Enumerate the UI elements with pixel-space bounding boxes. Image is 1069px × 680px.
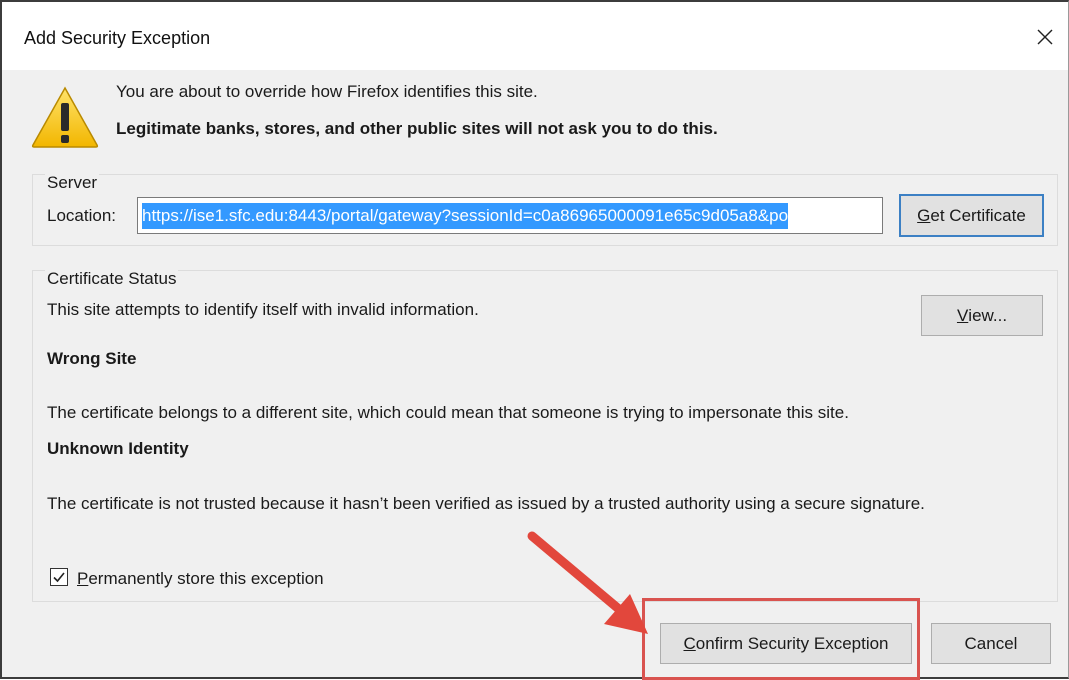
- view-button[interactable]: View...: [921, 295, 1043, 336]
- annotation-highlight-box: [642, 598, 920, 680]
- legitimate-sites-warning: Legitimate banks, stores, and other publ…: [116, 119, 718, 138]
- permanent-label-text: ermanently store this exception: [88, 569, 324, 588]
- wrong-site-text: The certificate belongs to a different s…: [47, 403, 849, 422]
- checkmark-icon: [53, 572, 65, 583]
- security-exception-dialog: Add Security Exception You are about to …: [0, 0, 1069, 680]
- location-value-selected: https://ise1.sfc.edu:8443/portal/gateway…: [142, 203, 789, 229]
- permanent-store-checkbox[interactable]: [50, 568, 68, 586]
- location-input[interactable]: https://ise1.sfc.edu:8443/portal/gateway…: [137, 197, 883, 234]
- wrong-site-heading: Wrong Site: [47, 349, 137, 368]
- permanent-store-label[interactable]: Permanently store this exception: [77, 569, 324, 589]
- annotation-arrow-icon: [527, 531, 648, 634]
- close-button[interactable]: [1028, 20, 1062, 54]
- get-certificate-label: et Certificate: [930, 205, 1026, 225]
- cancel-button[interactable]: Cancel: [931, 623, 1051, 664]
- permanent-accel: P: [77, 569, 89, 588]
- get-certificate-accel: G: [917, 205, 931, 225]
- server-group-label: Server: [45, 173, 100, 193]
- unknown-identity-heading: Unknown Identity: [47, 439, 189, 458]
- status-summary: This site attempts to identify itself wi…: [47, 300, 479, 319]
- override-message: You are about to override how Firefox id…: [116, 82, 538, 101]
- view-accel: V: [956, 305, 969, 325]
- title-bar: Add Security Exception: [2, 2, 1068, 70]
- certificate-status-label: Certificate Status: [45, 269, 179, 289]
- dialog-title: Add Security Exception: [24, 28, 211, 48]
- view-label: iew...: [968, 305, 1008, 325]
- unknown-identity-text: The certificate is not trusted because i…: [47, 494, 925, 513]
- get-certificate-button[interactable]: Get Certificate: [899, 194, 1044, 237]
- close-icon: [1037, 29, 1053, 45]
- location-label: Location:: [47, 206, 116, 225]
- warning-icon: [31, 86, 99, 148]
